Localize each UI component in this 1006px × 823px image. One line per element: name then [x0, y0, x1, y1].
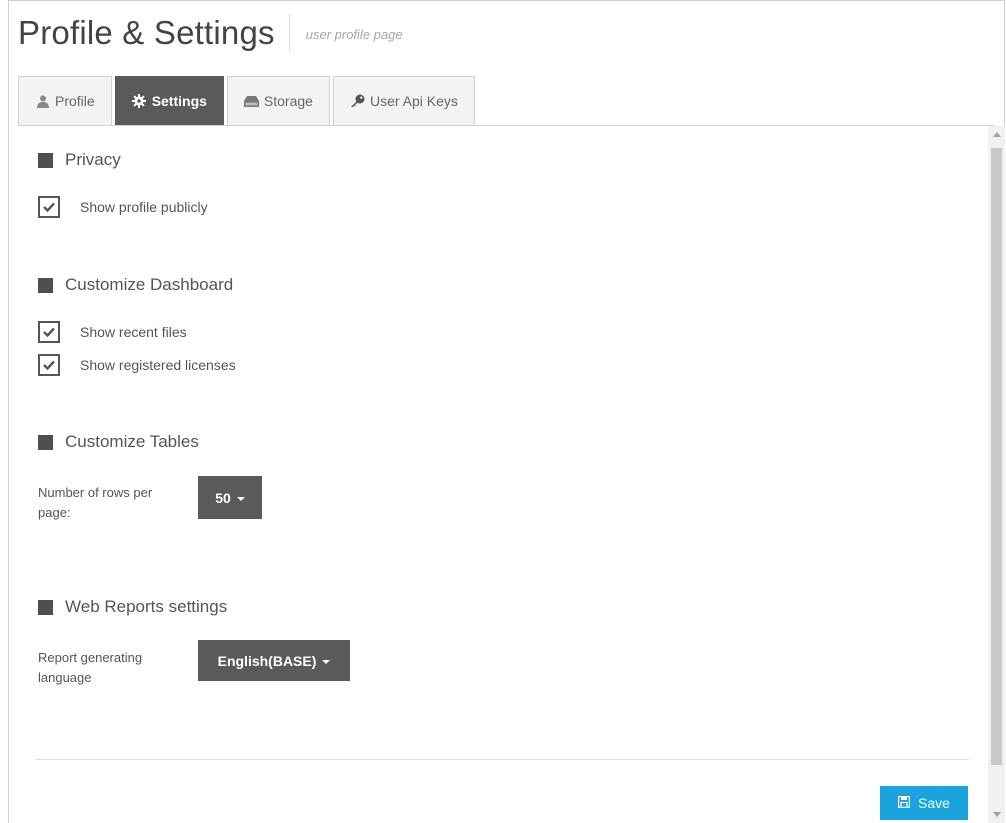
option-show-profile-publicly[interactable]: Show profile publicly	[38, 196, 208, 218]
tab-settings[interactable]: Settings	[114, 76, 224, 125]
tab-storage[interactable]: Storage	[226, 76, 330, 125]
checkbox-label: Show recent files	[80, 324, 187, 340]
rows-per-page-dropdown[interactable]: 50	[198, 476, 262, 519]
page-title: Profile & Settings	[18, 14, 275, 51]
check-icon	[43, 327, 55, 337]
report-language-label: Report generating language	[38, 650, 143, 685]
footer-divider	[36, 759, 969, 760]
section-web-reports-title: Web Reports settings	[38, 597, 227, 617]
scroll-down-icon[interactable]	[993, 812, 1001, 817]
section-tables-title: Customize Tables	[38, 432, 199, 452]
section-title-text: Customize Dashboard	[65, 275, 234, 294]
rows-per-page-label: Number of rows per page:	[38, 485, 153, 520]
section-title-text: Web Reports settings	[65, 597, 228, 616]
report-language-dropdown[interactable]: English(BASE)	[198, 640, 350, 681]
settings-panel: Privacy Show profile publicly Customize …	[18, 126, 990, 823]
section-title-text: Customize Tables	[65, 432, 199, 451]
tab-label: Profile	[55, 93, 95, 109]
section-marker	[38, 599, 53, 615]
page-header: Profile & Settings user profile page	[18, 10, 403, 56]
tab-label: Storage	[263, 93, 313, 109]
tab-label: User Api Keys	[369, 93, 458, 109]
check-icon	[43, 202, 55, 212]
checkbox-label: Show registered licenses	[80, 357, 236, 373]
dropdown-value: English(BASE)	[217, 652, 317, 669]
save-button-label: Save	[918, 795, 950, 811]
hard-drive-icon	[243, 94, 259, 109]
checkbox[interactable]	[38, 321, 60, 343]
section-title-text: Privacy	[65, 150, 121, 169]
option-show-recent-files[interactable]: Show recent files	[38, 321, 187, 343]
dropdown-value: 50	[215, 489, 231, 506]
checkbox[interactable]	[38, 354, 60, 376]
scrollbar-thumb[interactable]	[991, 148, 1002, 765]
vertical-scrollbar[interactable]	[988, 126, 1005, 823]
key-icon	[350, 94, 365, 109]
section-marker	[38, 277, 53, 293]
checkbox[interactable]	[38, 196, 60, 218]
caret-down-icon	[236, 496, 245, 501]
section-privacy-title: Privacy	[38, 150, 121, 170]
section-marker	[38, 152, 53, 168]
tab-user-api-keys[interactable]: User Api Keys	[332, 76, 475, 125]
tab-profile[interactable]: Profile	[18, 76, 112, 125]
checkbox-label: Show profile publicly	[80, 199, 208, 215]
tab-bar: Profile Settings Storage User Api Keys	[18, 76, 475, 125]
save-button[interactable]: Save	[880, 786, 968, 820]
section-marker	[38, 434, 53, 450]
scroll-up-icon[interactable]	[993, 132, 1001, 137]
user-icon	[35, 94, 50, 109]
page-subtitle: user profile page	[305, 26, 403, 42]
section-dashboard-title: Customize Dashboard	[38, 275, 233, 295]
caret-down-icon	[322, 659, 331, 664]
option-show-registered-licenses[interactable]: Show registered licenses	[38, 354, 236, 376]
tab-label: Settings	[151, 93, 207, 109]
check-icon	[43, 360, 55, 370]
header-divider	[288, 14, 290, 52]
floppy-disk-icon	[897, 795, 911, 811]
gear-icon	[132, 94, 147, 109]
